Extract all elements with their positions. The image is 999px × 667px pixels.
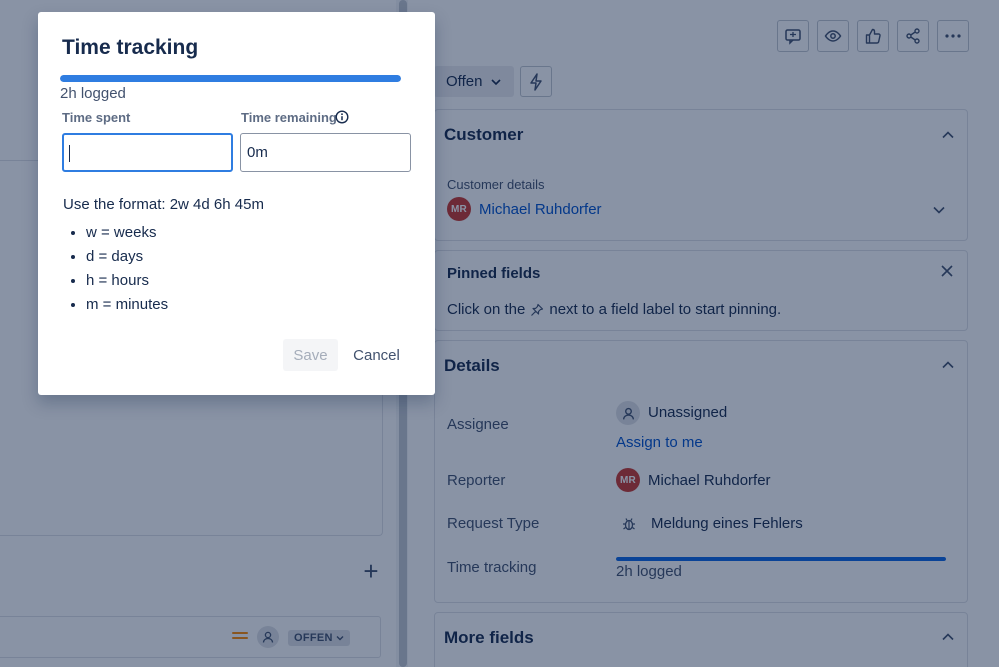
dialog-title: Time tracking <box>62 36 199 59</box>
time-remaining-input[interactable] <box>240 133 411 172</box>
format-hint: Use the format: 2w 4d 6h 45m <box>63 196 264 213</box>
list-item: d = days <box>86 245 168 269</box>
save-button[interactable]: Save <box>283 339 338 371</box>
info-icon[interactable] <box>335 110 349 124</box>
unit-list: w = weeks d = days h = hours m = minutes <box>86 221 168 317</box>
time-tracking-dialog: Time tracking 2h logged Time spent Time … <box>38 12 435 395</box>
text-caret <box>69 145 70 162</box>
list-item: h = hours <box>86 269 168 293</box>
time-logged-bar-fill <box>60 75 401 82</box>
time-spent-label: Time spent <box>62 110 131 125</box>
list-item: w = weeks <box>86 221 168 245</box>
cancel-button[interactable]: Cancel <box>344 339 409 371</box>
time-remaining-label: Time remaining <box>241 110 337 125</box>
list-item: m = minutes <box>86 293 168 317</box>
time-spent-input[interactable] <box>62 133 233 172</box>
time-logged-bar <box>60 75 401 82</box>
time-logged-text: 2h logged <box>60 85 126 102</box>
